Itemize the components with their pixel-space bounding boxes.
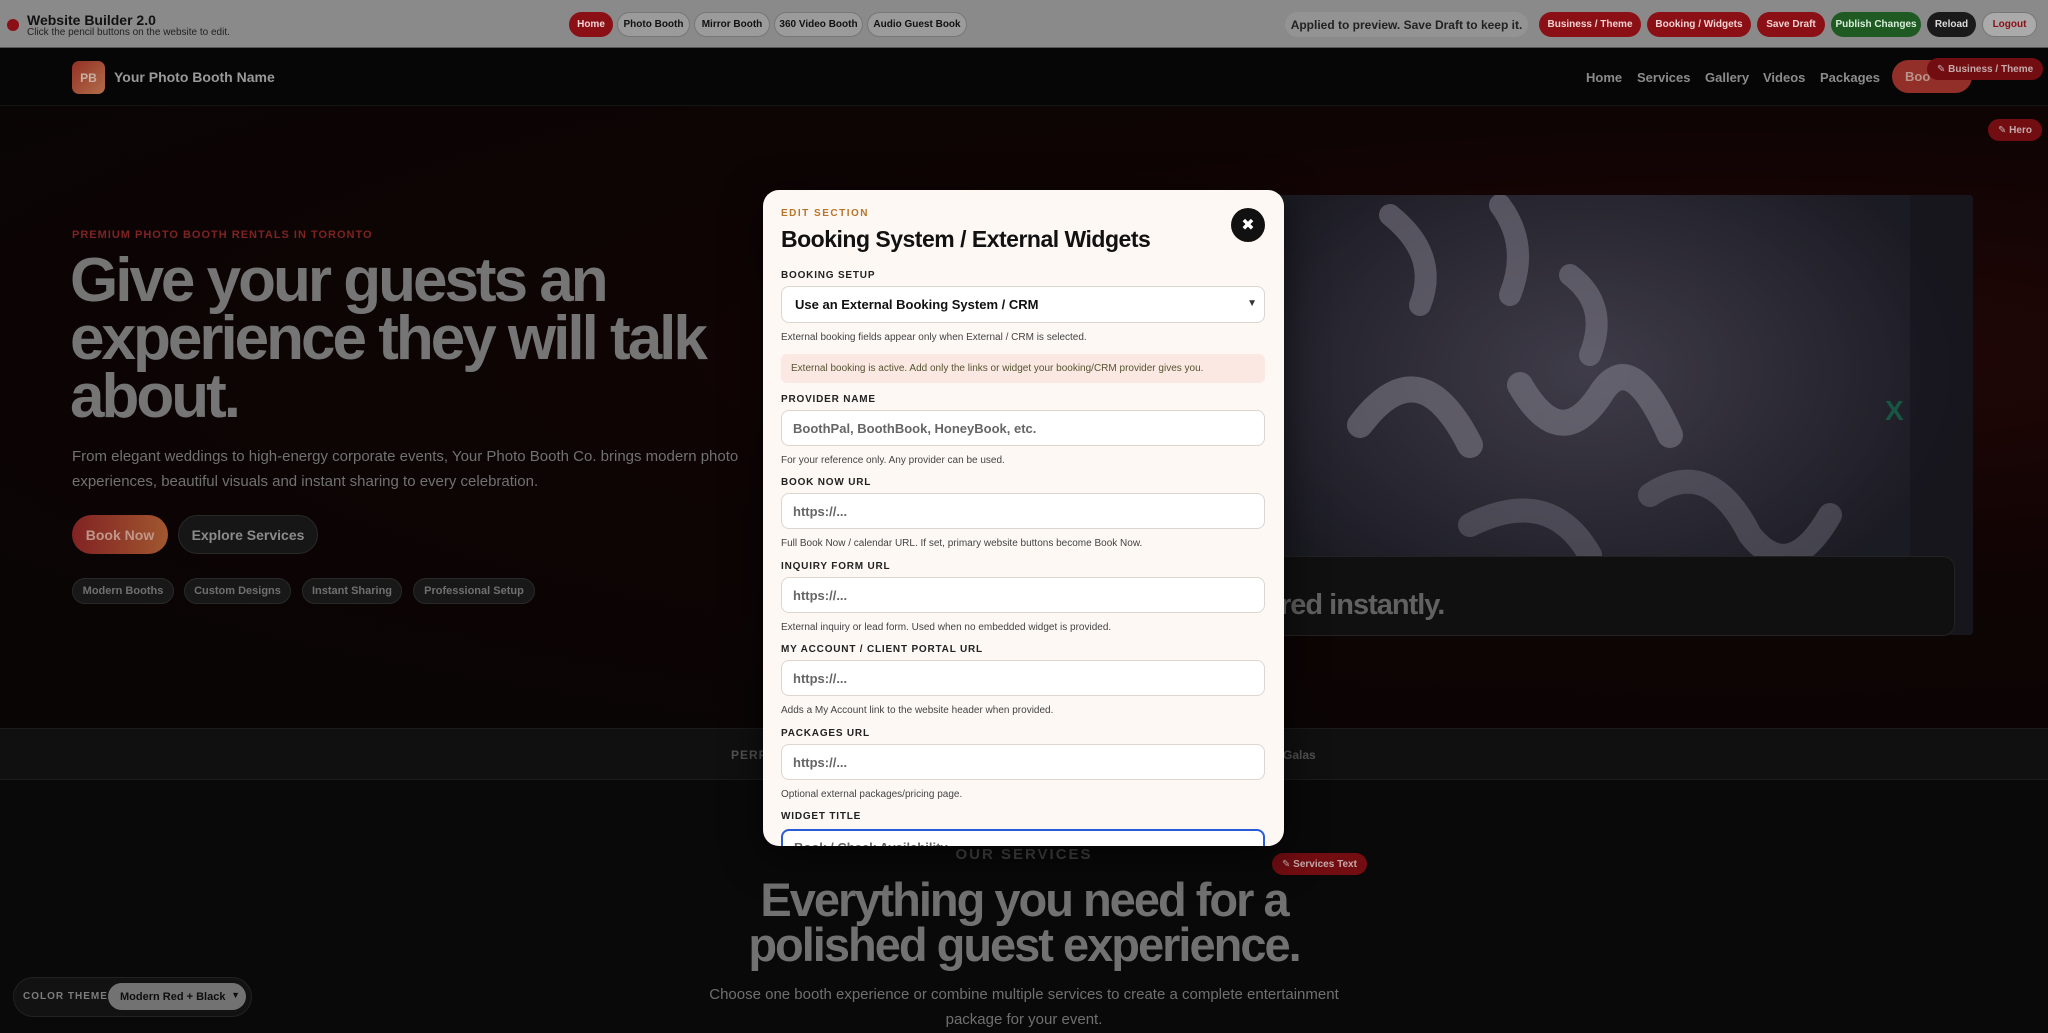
chevron-down-icon: ▼ — [1247, 298, 1257, 309]
client-portal-url-help: Adds a My Account link to the website he… — [781, 705, 1054, 716]
packages-url-input[interactable] — [781, 744, 1265, 780]
external-booking-notice: External booking is active. Add only the… — [781, 354, 1265, 383]
booking-setup-select[interactable]: Use an External Booking System / CRM ▼ — [781, 286, 1265, 323]
builder-toolbar: Website Builder 2.0 Click the pencil but… — [0, 0, 2048, 48]
client-portal-url-label: MY ACCOUNT / CLIENT PORTAL URL — [781, 644, 983, 655]
publish-changes-button[interactable]: Publish Changes — [1831, 12, 1921, 37]
inquiry-form-url-input[interactable] — [781, 577, 1265, 613]
builder-subtitle: Click the pencil buttons on the website … — [27, 27, 230, 38]
business-theme-button[interactable]: Business / Theme — [1539, 12, 1641, 37]
inquiry-form-url-help: External inquiry or lead form. Used when… — [781, 622, 1112, 633]
book-now-url-input[interactable] — [781, 493, 1265, 529]
packages-url-help: Optional external packages/pricing page. — [781, 789, 963, 800]
modal-title: Booking System / External Widgets — [781, 226, 1151, 252]
inquiry-form-url-label: INQUIRY FORM URL — [781, 561, 891, 572]
tab-360-video-booth[interactable]: 360 Video Booth — [774, 12, 863, 37]
tab-mirror-booth[interactable]: Mirror Booth — [694, 12, 770, 37]
provider-name-help: For your reference only. Any provider ca… — [781, 455, 1005, 466]
logout-button[interactable]: Logout — [1982, 12, 2037, 37]
close-icon[interactable]: ✖ — [1231, 208, 1265, 242]
tab-home[interactable]: Home — [569, 12, 613, 37]
status-dot-icon — [7, 19, 19, 31]
packages-url-label: PACKAGES URL — [781, 728, 870, 739]
book-now-url-help: Full Book Now / calendar URL. If set, pr… — [781, 538, 1143, 549]
booking-setup-label: BOOKING SETUP — [781, 270, 876, 281]
booking-widgets-button[interactable]: Booking / Widgets — [1647, 12, 1751, 37]
provider-name-label: PROVIDER NAME — [781, 394, 876, 405]
provider-name-input[interactable] — [781, 410, 1265, 446]
status-notice: Applied to preview. Save Draft to keep i… — [1285, 12, 1528, 37]
widget-title-input[interactable] — [781, 829, 1265, 846]
tab-audio-guest-book[interactable]: Audio Guest Book — [867, 12, 967, 37]
save-draft-button[interactable]: Save Draft — [1757, 12, 1825, 37]
builder-title: Website Builder 2.0 — [27, 12, 156, 28]
tab-photo-booth[interactable]: Photo Booth — [617, 12, 690, 37]
book-now-url-label: BOOK NOW URL — [781, 477, 872, 488]
booking-setup-value: Use an External Booking System / CRM — [795, 297, 1039, 312]
booking-setup-help: External booking fields appear only when… — [781, 332, 1087, 343]
widget-title-label: WIDGET TITLE — [781, 811, 862, 822]
modal-kicker: EDIT SECTION — [781, 208, 870, 219]
edit-section-modal: EDIT SECTION Booking System / External W… — [763, 190, 1284, 846]
client-portal-url-input[interactable] — [781, 660, 1265, 696]
reload-button[interactable]: Reload — [1927, 12, 1976, 37]
